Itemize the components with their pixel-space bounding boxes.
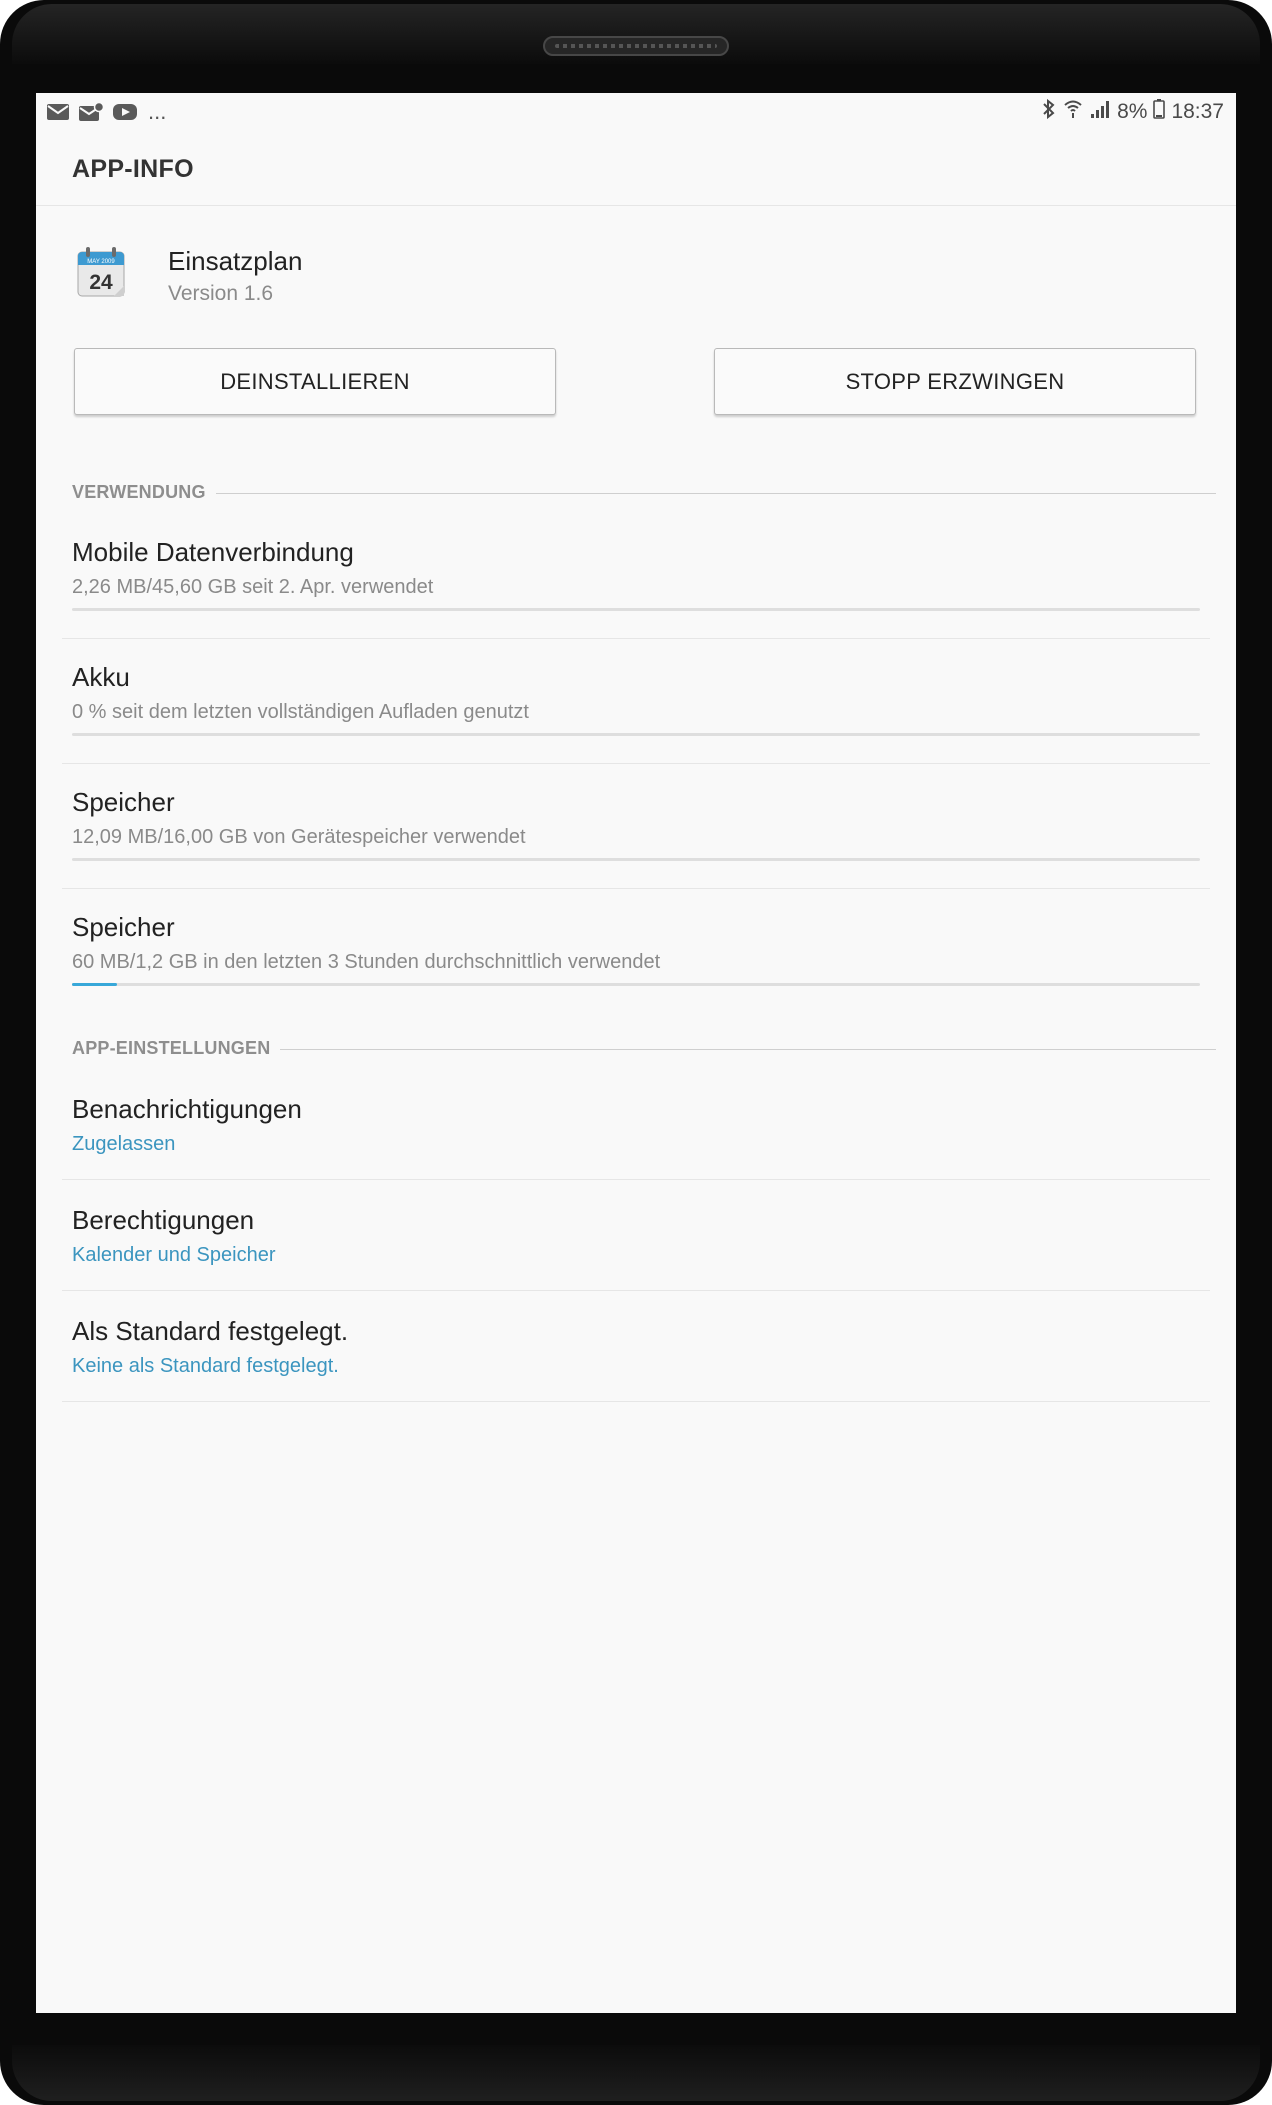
- status-bar: ... 8% 18:37: [36, 93, 1236, 133]
- uninstall-button[interactable]: DEINSTALLIEREN: [74, 348, 556, 415]
- divider: [62, 1179, 1210, 1180]
- item-title: Mobile Datenverbindung: [72, 537, 354, 567]
- speaker-grille: [543, 36, 729, 56]
- item-title: Speicher: [72, 912, 175, 942]
- section-title: APP-EINSTELLUNGEN: [72, 1038, 281, 1059]
- divider: [62, 1290, 1210, 1291]
- calendar-icon-day: 24: [89, 271, 113, 294]
- item-title: Benachrichtigungen: [72, 1094, 302, 1124]
- divider: [62, 763, 1210, 764]
- device-frame: ... 8% 18:37 APP-INFO MAY 2009 24 Einsat…: [0, 0, 1272, 2105]
- section-divider: [72, 493, 1216, 494]
- item-subtitle: Keine als Standard festgelegt.: [72, 1355, 339, 1377]
- page-title: APP-INFO: [72, 155, 194, 183]
- progress-bar: [72, 983, 1200, 986]
- usage-item-memory[interactable]: Speicher 60 MB/1,2 GB in den letzten 3 S…: [72, 912, 1202, 974]
- item-subtitle: 12,09 MB/16,00 GB von Gerätespeicher ver…: [72, 826, 526, 848]
- progress-fill: [72, 983, 118, 986]
- calendar-icon-month: MAY 2009: [87, 259, 115, 265]
- battery-percentage: 8%: [1117, 100, 1148, 123]
- item-subtitle: 2,26 MB/45,60 GB seit 2. Apr. verwendet: [72, 576, 434, 598]
- item-subtitle: 60 MB/1,2 GB in den letzten 3 Stunden du…: [72, 951, 661, 973]
- item-subtitle: Kalender und Speicher: [72, 1244, 276, 1266]
- screen: ... 8% 18:37 APP-INFO MAY 2009 24 Einsat…: [36, 93, 1236, 2013]
- progress-bar: [72, 608, 1200, 611]
- youtube-icon: [112, 102, 138, 127]
- item-subtitle: 0 % seit dem letzten vollständigen Aufla…: [72, 701, 529, 723]
- progress-bar: [72, 858, 1200, 861]
- item-title: Als Standard festgelegt.: [72, 1316, 349, 1346]
- mail-icon: [46, 102, 70, 127]
- usage-item-storage[interactable]: Speicher 12,09 MB/16,00 GB von Gerätespe…: [72, 787, 1202, 849]
- more-notifications: ...: [148, 99, 167, 124]
- force-stop-button[interactable]: STOPP ERZWINGEN: [714, 348, 1196, 415]
- divider: [62, 1401, 1210, 1402]
- progress-bar: [72, 733, 1200, 736]
- device-bottom-bevel: [12, 2045, 1260, 2101]
- settings-item-notifications[interactable]: Benachrichtigungen Zugelassen: [72, 1094, 1202, 1156]
- section-header-app-settings: APP-EINSTELLUNGEN: [72, 1038, 1216, 1062]
- usage-item-battery[interactable]: Akku 0 % seit dem letzten vollständigen …: [72, 662, 1202, 724]
- battery-icon: [1153, 98, 1166, 126]
- item-title: Berechtigungen: [72, 1205, 255, 1235]
- section-header-usage: VERWENDUNG: [72, 482, 1216, 506]
- divider: [62, 888, 1210, 889]
- settings-item-defaults[interactable]: Als Standard festgelegt. Keine als Stand…: [72, 1316, 1202, 1378]
- wifi-icon: [1063, 98, 1083, 126]
- app-bar: APP-INFO: [36, 133, 1236, 206]
- item-subtitle: Zugelassen: [72, 1133, 176, 1155]
- section-title: VERWENDUNG: [72, 482, 216, 503]
- signal-icon: [1089, 98, 1111, 126]
- divider: [62, 638, 1210, 639]
- app-name: Einsatzplan: [168, 246, 303, 276]
- mail-sync-icon: [78, 101, 105, 127]
- item-title: Speicher: [72, 787, 175, 817]
- usage-item-mobile-data[interactable]: Mobile Datenverbindung 2,26 MB/45,60 GB …: [72, 537, 1202, 599]
- bluetooth-icon: [1041, 98, 1057, 126]
- app-version: Version 1.6: [168, 282, 274, 305]
- settings-item-permissions[interactable]: Berechtigungen Kalender und Speicher: [72, 1205, 1202, 1267]
- calendar-icon: MAY 2009 24: [76, 246, 126, 298]
- item-title: Akku: [72, 662, 130, 692]
- clock: 18:37: [1171, 100, 1224, 123]
